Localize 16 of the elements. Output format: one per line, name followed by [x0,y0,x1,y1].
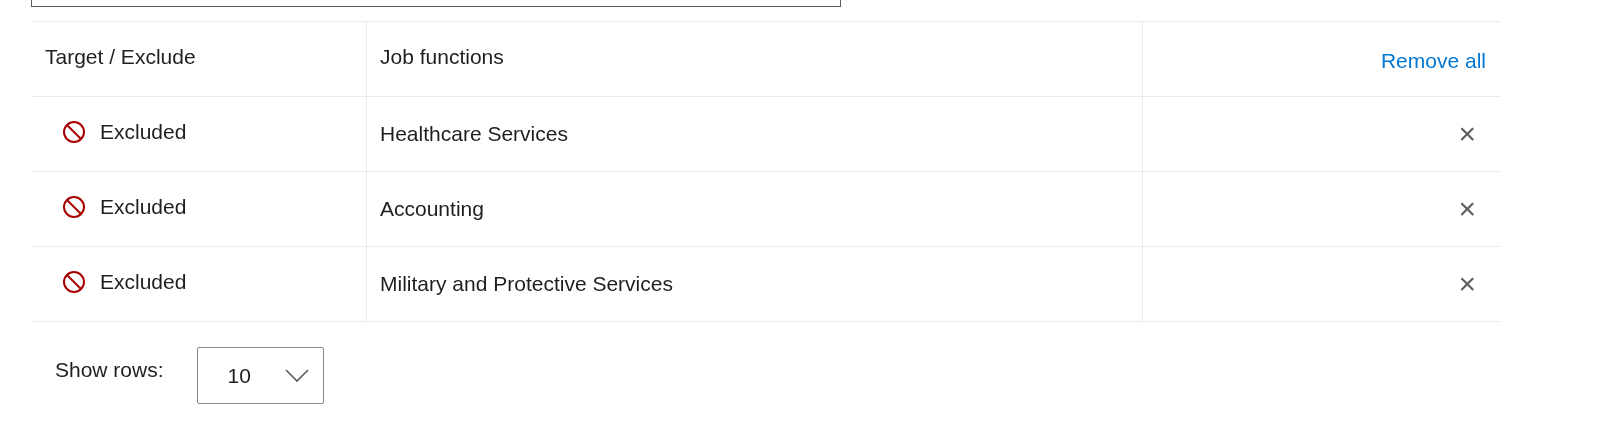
table-cell: Healthcare Services [380,122,568,146]
show-rows-label: Show rows: [55,357,164,382]
rows-dropdown[interactable]: 10 [196,347,324,404]
column-header: Target / Exclude [45,45,196,69]
close-button[interactable]: × [1452,194,1482,224]
close-button[interactable]: × [1452,119,1482,149]
status-label: Excluded [100,195,187,219]
table-cell: Military and Protective Services [380,272,673,296]
column-header: Job functions [380,45,504,69]
status-label: Excluded [100,120,187,144]
close-button[interactable]: × [1452,269,1482,299]
remove-all-link[interactable]: Remove all [1380,49,1486,73]
chevron-down-icon [284,368,309,383]
status-label: Excluded [100,270,187,294]
table-cell: Accounting [380,197,484,221]
input-field[interactable] [31,0,841,7]
